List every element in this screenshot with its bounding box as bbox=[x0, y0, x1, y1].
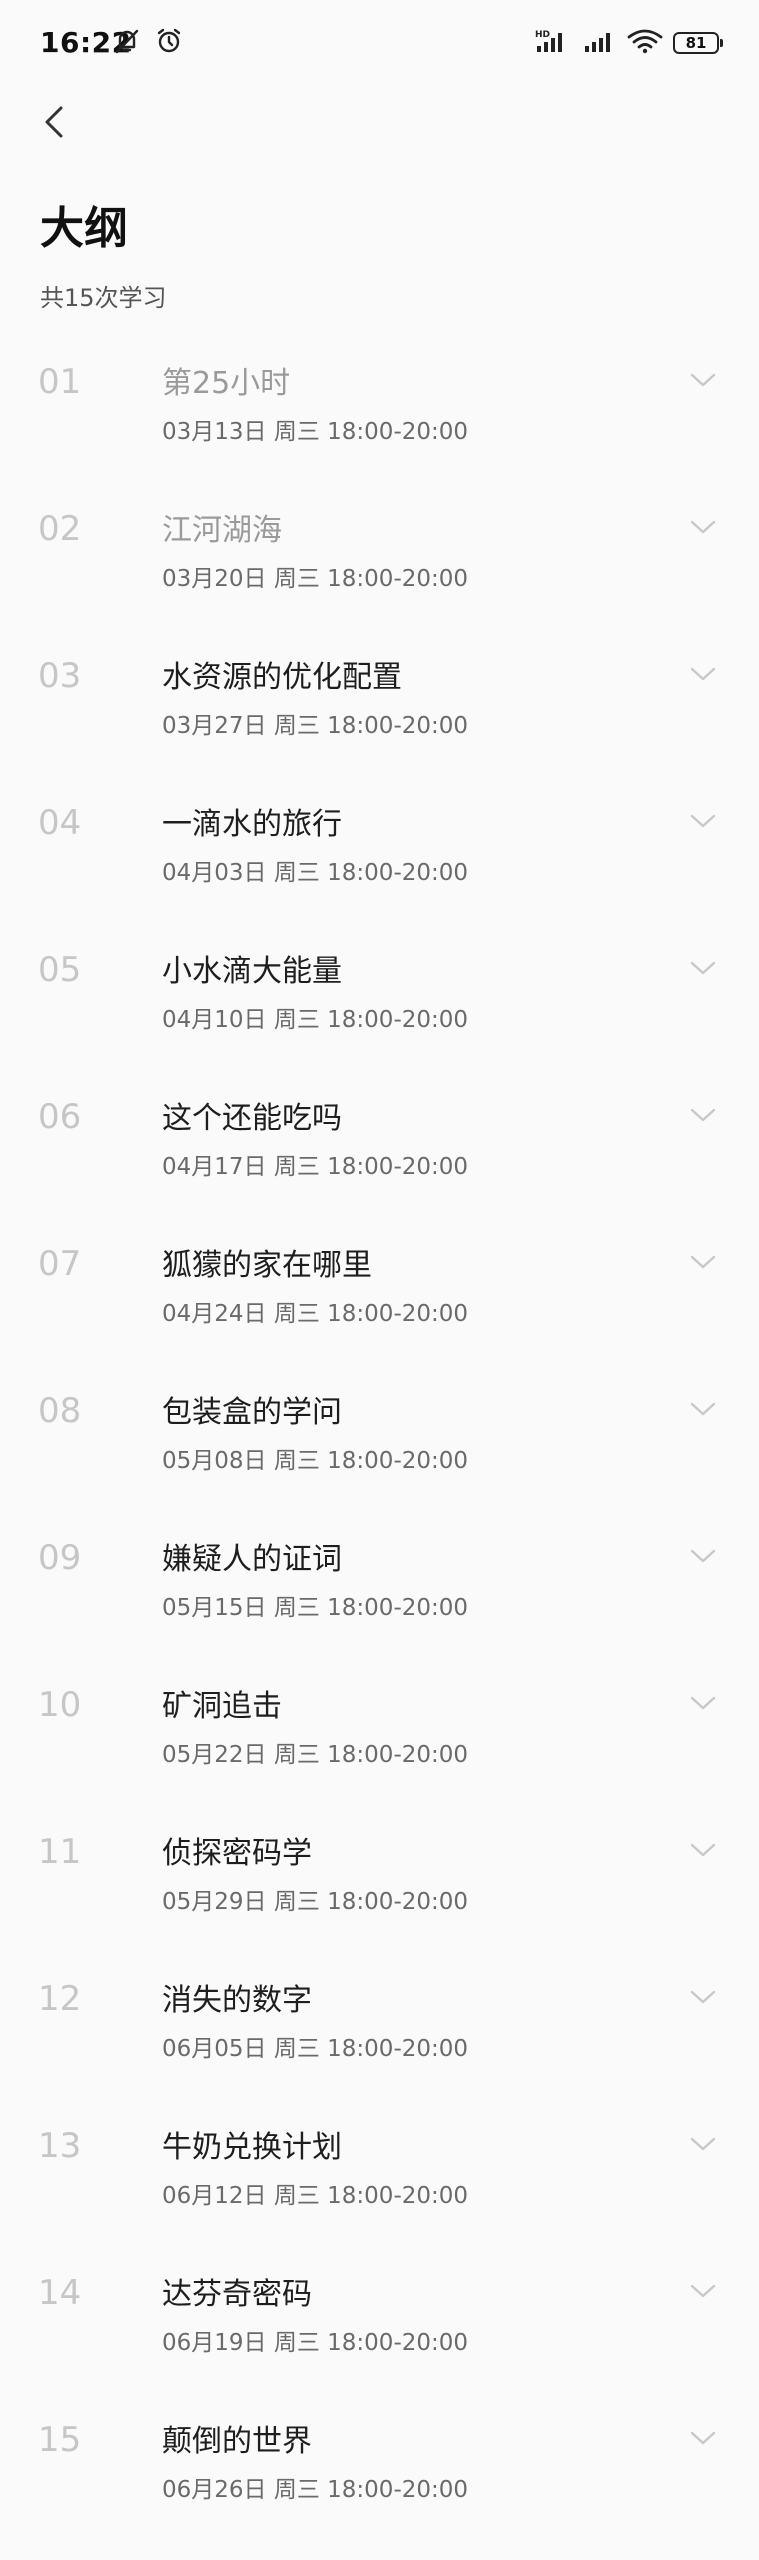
chevron-down-icon[interactable] bbox=[686, 1105, 720, 1125]
lesson-number: 06 bbox=[38, 1097, 82, 1137]
lesson-row-12[interactable]: 12 消失的数字 06月05日 周三 18:00-20:00 bbox=[0, 1957, 759, 2104]
lesson-number: 05 bbox=[38, 950, 82, 990]
lesson-number: 09 bbox=[38, 1538, 82, 1578]
chevron-down-icon[interactable] bbox=[686, 2281, 720, 2301]
lesson-row-01[interactable]: 01 第25小时 03月13日 周三 18:00-20:00 bbox=[0, 340, 759, 487]
lesson-row-11[interactable]: 11 侦探密码学 05月29日 周三 18:00-20:00 bbox=[0, 1810, 759, 1957]
lesson-title: 一滴水的旅行 bbox=[162, 807, 342, 842]
status-right-icons: HD 81 bbox=[535, 28, 723, 58]
lesson-title: 消失的数字 bbox=[162, 1983, 312, 2018]
lesson-title: 水资源的优化配置 bbox=[162, 660, 402, 695]
lesson-title: 包装盒的学问 bbox=[162, 1395, 342, 1430]
lesson-time: 04月03日 周三 18:00-20:00 bbox=[162, 860, 469, 886]
lesson-title: 嫌疑人的证词 bbox=[162, 1542, 342, 1577]
lesson-row-06[interactable]: 06 这个还能吃吗 04月17日 周三 18:00-20:00 bbox=[0, 1075, 759, 1222]
chevron-left-icon bbox=[45, 106, 63, 138]
lesson-row-13[interactable]: 13 牛奶兑换计划 06月12日 周三 18:00-20:00 bbox=[0, 2104, 759, 2251]
page-title: 大纲 bbox=[40, 203, 128, 254]
lesson-time: 05月29日 周三 18:00-20:00 bbox=[162, 1889, 469, 1915]
chevron-down-icon[interactable] bbox=[686, 811, 720, 831]
alarm-icon bbox=[154, 26, 184, 60]
lesson-title: 江河湖海 bbox=[162, 513, 282, 548]
bottom-bar bbox=[0, 2524, 759, 2560]
chevron-down-icon[interactable] bbox=[686, 370, 720, 390]
lesson-time: 05月22日 周三 18:00-20:00 bbox=[162, 1742, 469, 1768]
wifi-icon bbox=[627, 28, 663, 58]
lesson-title: 牛奶兑换计划 bbox=[162, 2130, 342, 2165]
lesson-title: 矿洞追击 bbox=[162, 1689, 282, 1724]
lesson-number: 14 bbox=[38, 2273, 82, 2313]
lesson-time: 04月24日 周三 18:00-20:00 bbox=[162, 1301, 469, 1327]
lesson-title: 小水滴大能量 bbox=[162, 954, 342, 989]
chevron-down-icon[interactable] bbox=[686, 2428, 720, 2448]
lesson-row-05[interactable]: 05 小水滴大能量 04月10日 周三 18:00-20:00 bbox=[0, 928, 759, 1075]
lesson-time: 06月26日 周三 18:00-20:00 bbox=[162, 2477, 469, 2503]
chevron-down-icon[interactable] bbox=[686, 1399, 720, 1419]
lesson-time: 05月08日 周三 18:00-20:00 bbox=[162, 1448, 469, 1474]
status-left-icons bbox=[112, 26, 184, 60]
chevron-down-icon[interactable] bbox=[686, 1693, 720, 1713]
lesson-time: 03月20日 周三 18:00-20:00 bbox=[162, 566, 469, 592]
chevron-down-icon[interactable] bbox=[686, 517, 720, 537]
lesson-row-15[interactable]: 15 颠倒的世界 06月26日 周三 18:00-20:00 bbox=[0, 2398, 759, 2545]
hd-signal-icon: HD bbox=[535, 28, 573, 58]
svg-text:HD: HD bbox=[535, 30, 550, 40]
lesson-title: 颠倒的世界 bbox=[162, 2424, 312, 2459]
lesson-row-08[interactable]: 08 包装盒的学问 05月08日 周三 18:00-20:00 bbox=[0, 1369, 759, 1516]
lesson-number: 01 bbox=[38, 362, 82, 402]
lesson-number: 13 bbox=[38, 2126, 82, 2166]
lesson-time: 04月17日 周三 18:00-20:00 bbox=[162, 1154, 469, 1180]
lesson-time: 06月19日 周三 18:00-20:00 bbox=[162, 2330, 469, 2356]
lesson-time: 03月27日 周三 18:00-20:00 bbox=[162, 713, 469, 739]
chevron-down-icon[interactable] bbox=[686, 1987, 720, 2007]
status-bar: 16:22 HD 81 bbox=[0, 0, 759, 90]
lesson-time: 06月05日 周三 18:00-20:00 bbox=[162, 2036, 469, 2062]
chevron-down-icon[interactable] bbox=[686, 1546, 720, 1566]
lesson-time: 03月13日 周三 18:00-20:00 bbox=[162, 419, 469, 445]
lesson-row-10[interactable]: 10 矿洞追击 05月22日 周三 18:00-20:00 bbox=[0, 1663, 759, 1810]
lesson-time: 05月15日 周三 18:00-20:00 bbox=[162, 1595, 469, 1621]
lesson-title: 侦探密码学 bbox=[162, 1836, 312, 1871]
lesson-time: 04月10日 周三 18:00-20:00 bbox=[162, 1007, 469, 1033]
chevron-down-icon[interactable] bbox=[686, 2134, 720, 2154]
battery-level: 81 bbox=[685, 34, 707, 52]
lesson-row-03[interactable]: 03 水资源的优化配置 03月27日 周三 18:00-20:00 bbox=[0, 634, 759, 781]
battery-icon: 81 bbox=[673, 32, 723, 54]
lesson-row-09[interactable]: 09 嫌疑人的证词 05月15日 周三 18:00-20:00 bbox=[0, 1516, 759, 1663]
chevron-down-icon[interactable] bbox=[686, 1252, 720, 1272]
lesson-number: 10 bbox=[38, 1685, 82, 1725]
chevron-down-icon[interactable] bbox=[686, 958, 720, 978]
lesson-row-02[interactable]: 02 江河湖海 03月20日 周三 18:00-20:00 bbox=[0, 487, 759, 634]
back-button[interactable] bbox=[32, 100, 76, 144]
lesson-number: 02 bbox=[38, 509, 82, 549]
lesson-number: 08 bbox=[38, 1391, 82, 1431]
lesson-row-04[interactable]: 04 一滴水的旅行 04月03日 周三 18:00-20:00 bbox=[0, 781, 759, 928]
lesson-title: 第25小时 bbox=[162, 366, 291, 401]
lesson-number: 04 bbox=[38, 803, 82, 843]
chevron-down-icon[interactable] bbox=[686, 664, 720, 684]
chevron-down-icon[interactable] bbox=[686, 1840, 720, 1860]
lesson-number: 03 bbox=[38, 656, 82, 696]
lesson-title: 这个还能吃吗 bbox=[162, 1101, 342, 1136]
notifications-muted-icon bbox=[112, 26, 142, 60]
lesson-row-14[interactable]: 14 达芬奇密码 06月19日 周三 18:00-20:00 bbox=[0, 2251, 759, 2398]
lesson-number: 07 bbox=[38, 1244, 82, 1284]
lesson-number: 15 bbox=[38, 2420, 82, 2460]
lesson-title: 狐獴的家在哪里 bbox=[162, 1248, 372, 1283]
lesson-row-07[interactable]: 07 狐獴的家在哪里 04月24日 周三 18:00-20:00 bbox=[0, 1222, 759, 1369]
lesson-title: 达芬奇密码 bbox=[162, 2277, 312, 2312]
lesson-number: 12 bbox=[38, 1979, 82, 2019]
lesson-number: 11 bbox=[38, 1832, 82, 1872]
signal-icon bbox=[583, 28, 617, 58]
lesson-time: 06月12日 周三 18:00-20:00 bbox=[162, 2183, 469, 2209]
lesson-list: 01 第25小时 03月13日 周三 18:00-20:00 02 江河湖海 0… bbox=[0, 340, 759, 2545]
page-subtitle: 共15次学习 bbox=[40, 284, 167, 312]
